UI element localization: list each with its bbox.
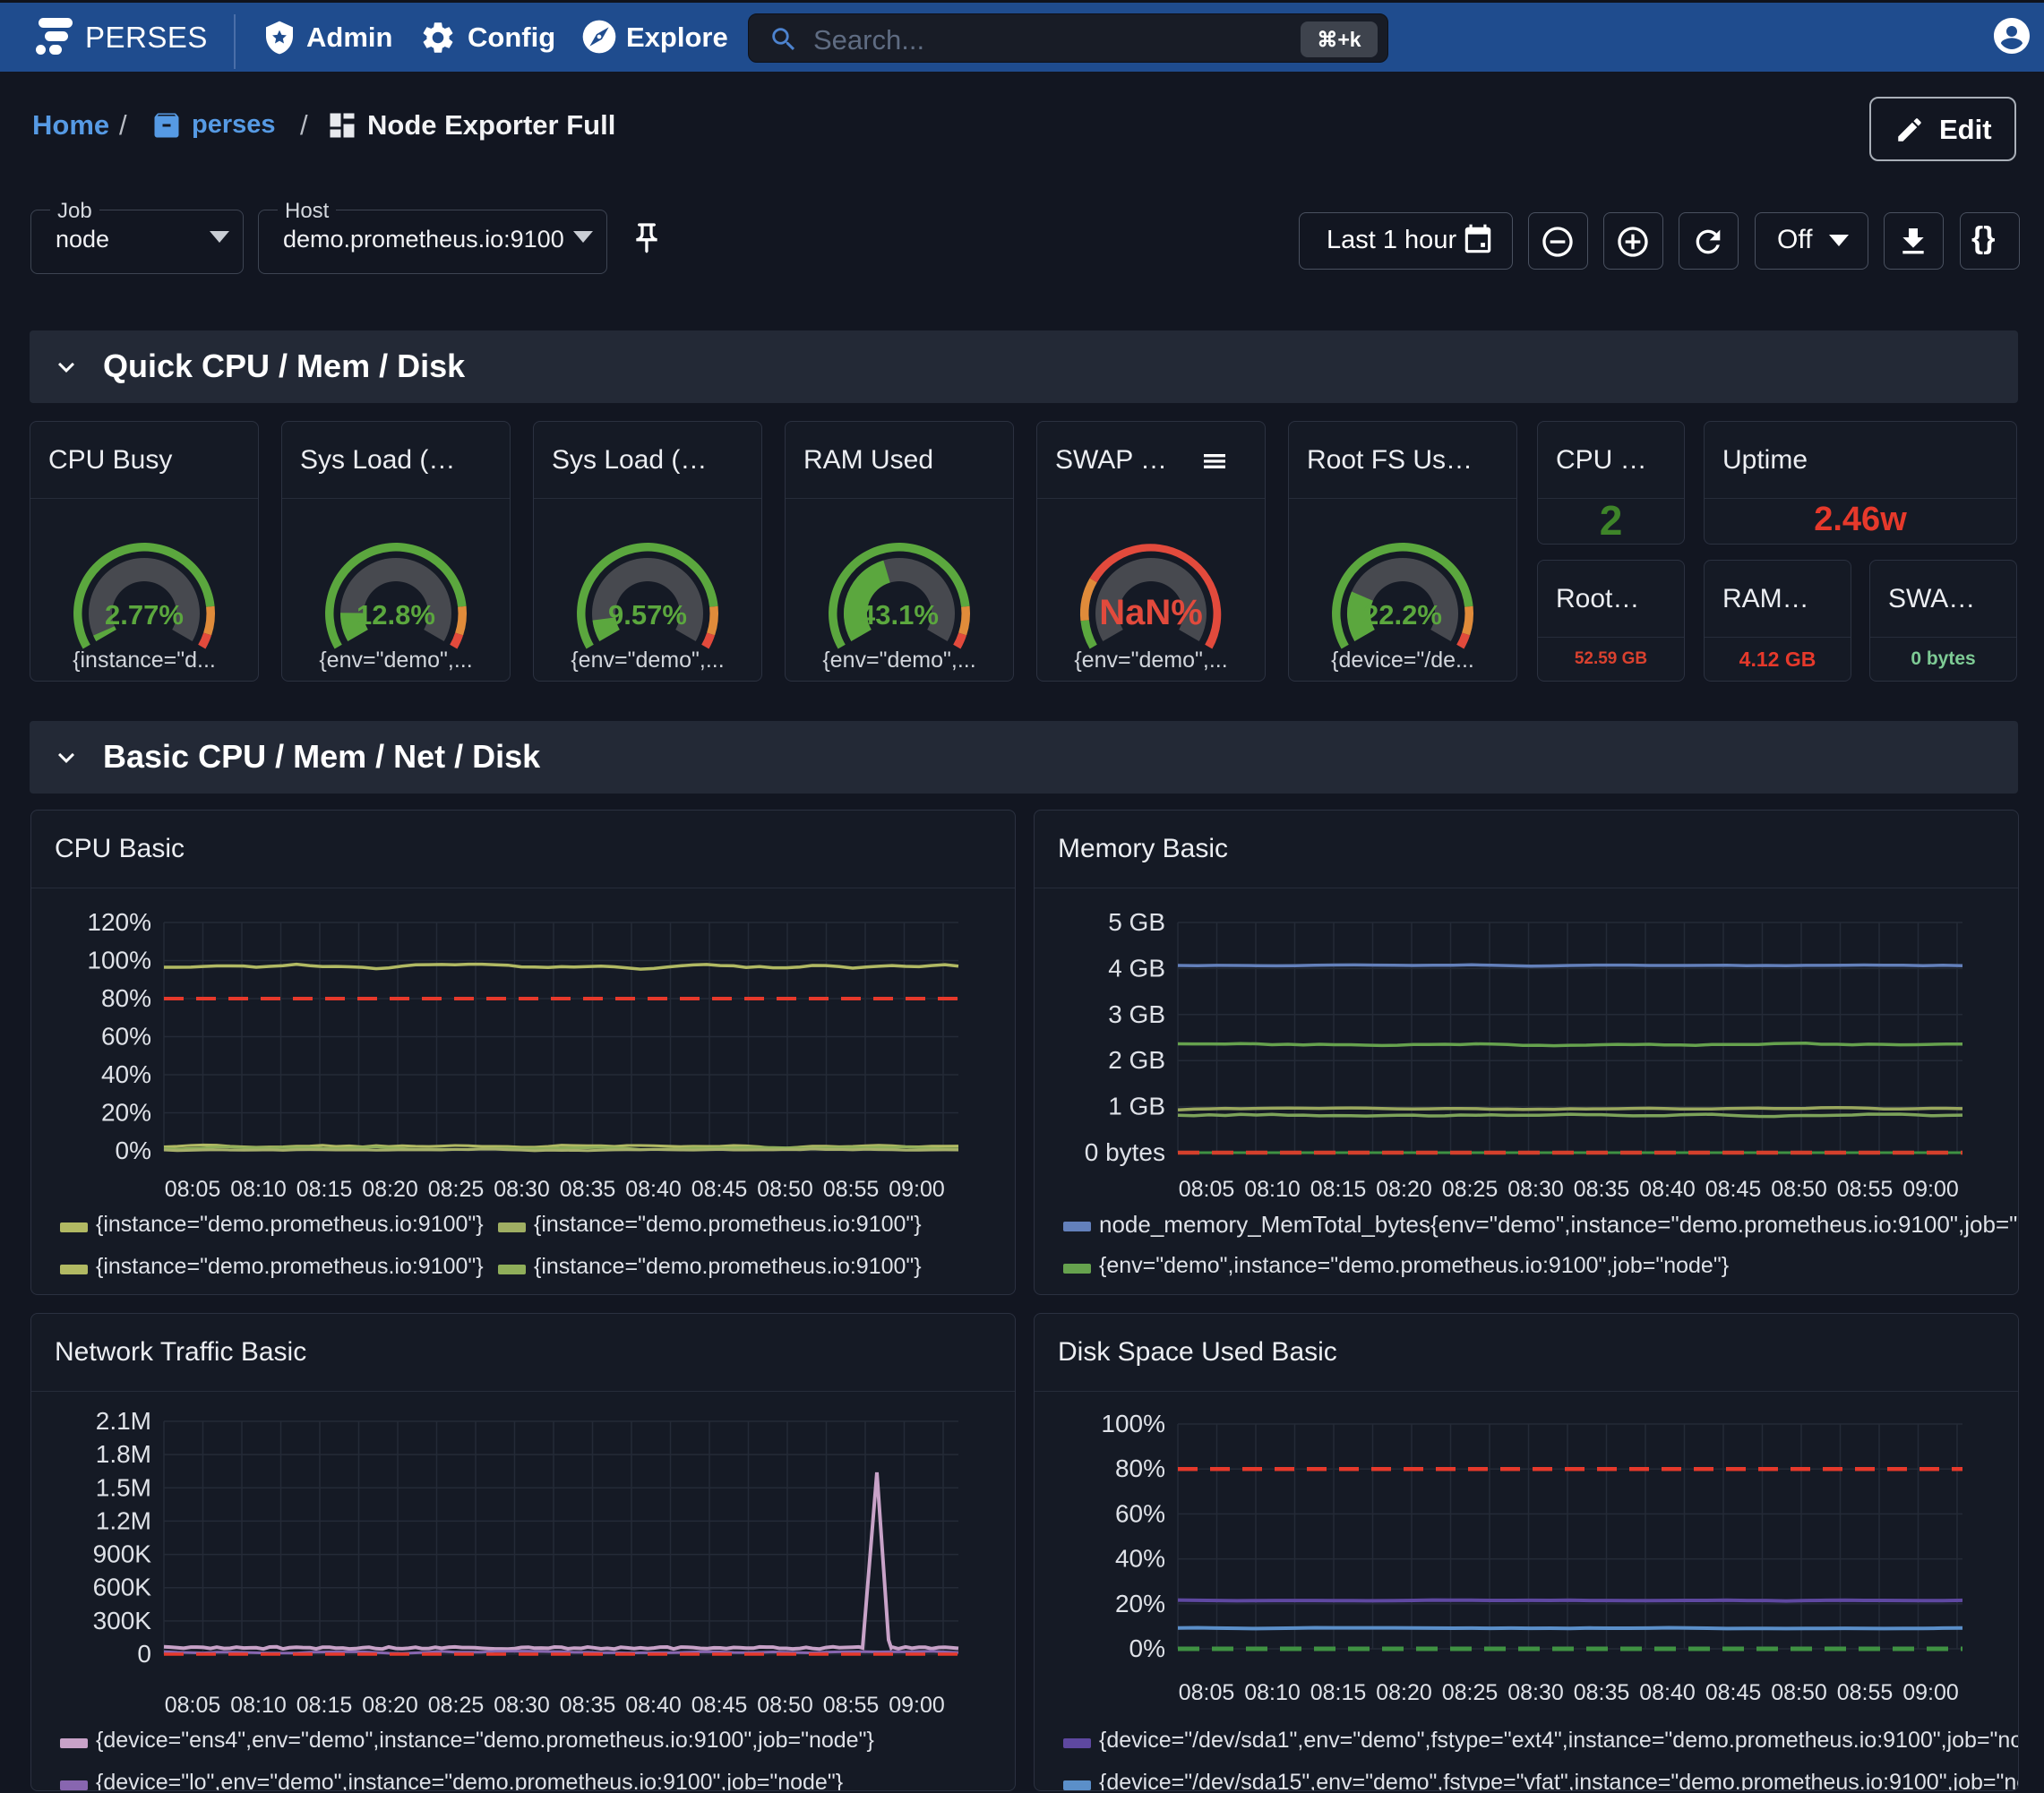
svg-text:100%: 100% — [1101, 1410, 1165, 1437]
svg-text:900K: 900K — [93, 1540, 152, 1568]
svg-text:08:50: 08:50 — [1771, 1177, 1827, 1202]
svg-text:300K: 300K — [93, 1607, 152, 1634]
svg-text:2.77%: 2.77% — [105, 599, 184, 631]
svg-text:08:30: 08:30 — [1507, 1177, 1564, 1202]
svg-text:43.1%: 43.1% — [860, 599, 939, 631]
svg-text:08:20: 08:20 — [362, 1693, 418, 1718]
svg-text:08:45: 08:45 — [691, 1693, 748, 1718]
svg-text:60%: 60% — [1115, 1499, 1165, 1527]
svg-text:08:40: 08:40 — [625, 1693, 682, 1718]
svg-text:3 GB: 3 GB — [1108, 1000, 1165, 1028]
svg-text:08:05: 08:05 — [1179, 1177, 1235, 1202]
svg-text:0: 0 — [137, 1640, 151, 1668]
svg-text:08:50: 08:50 — [1771, 1680, 1827, 1705]
svg-text:60%: 60% — [101, 1023, 151, 1051]
svg-text:4 GB: 4 GB — [1108, 954, 1165, 982]
svg-text:08:15: 08:15 — [296, 1177, 353, 1202]
svg-text:08:10: 08:10 — [1244, 1680, 1301, 1705]
svg-text:09:00: 09:00 — [889, 1693, 945, 1718]
svg-text:5 GB: 5 GB — [1108, 908, 1165, 936]
svg-text:0%: 0% — [116, 1137, 151, 1164]
svg-text:NaN%: NaN% — [1099, 593, 1203, 632]
svg-text:09:00: 09:00 — [889, 1177, 945, 1202]
svg-text:12.8%: 12.8% — [356, 599, 435, 631]
svg-text:08:30: 08:30 — [1507, 1680, 1564, 1705]
svg-text:2 GB: 2 GB — [1108, 1046, 1165, 1074]
svg-text:08:10: 08:10 — [230, 1693, 287, 1718]
svg-text:08:45: 08:45 — [1705, 1177, 1762, 1202]
svg-text:08:25: 08:25 — [1442, 1177, 1499, 1202]
svg-text:08:55: 08:55 — [823, 1177, 880, 1202]
svg-text:0 bytes: 0 bytes — [1085, 1138, 1165, 1166]
svg-text:08:50: 08:50 — [757, 1177, 813, 1202]
svg-text:08:50: 08:50 — [757, 1693, 813, 1718]
svg-text:100%: 100% — [87, 947, 151, 974]
svg-text:08:45: 08:45 — [1705, 1680, 1762, 1705]
svg-text:0%: 0% — [1129, 1634, 1165, 1662]
svg-text:08:10: 08:10 — [1244, 1177, 1301, 1202]
svg-text:08:20: 08:20 — [1376, 1680, 1432, 1705]
svg-text:20%: 20% — [1115, 1590, 1165, 1617]
svg-text:08:30: 08:30 — [494, 1693, 550, 1718]
svg-text:08:05: 08:05 — [165, 1693, 221, 1718]
svg-text:08:35: 08:35 — [560, 1177, 616, 1202]
svg-text:2.1M: 2.1M — [96, 1407, 151, 1435]
svg-text:20%: 20% — [101, 1099, 151, 1127]
svg-text:08:10: 08:10 — [230, 1177, 287, 1202]
svg-text:600K: 600K — [93, 1574, 152, 1601]
svg-text:08:25: 08:25 — [428, 1693, 485, 1718]
svg-text:08:45: 08:45 — [691, 1177, 748, 1202]
svg-text:08:35: 08:35 — [1574, 1680, 1630, 1705]
svg-text:08:20: 08:20 — [1376, 1177, 1432, 1202]
svg-text:80%: 80% — [1115, 1454, 1165, 1482]
svg-text:09:00: 09:00 — [1902, 1177, 1959, 1202]
svg-text:9.57%: 9.57% — [608, 599, 687, 631]
svg-text:08:55: 08:55 — [823, 1693, 880, 1718]
svg-text:08:35: 08:35 — [1574, 1177, 1630, 1202]
svg-text:08:15: 08:15 — [1310, 1680, 1367, 1705]
svg-text:1.2M: 1.2M — [96, 1506, 151, 1534]
svg-text:40%: 40% — [101, 1060, 151, 1088]
svg-text:09:00: 09:00 — [1902, 1680, 1959, 1705]
svg-text:08:20: 08:20 — [362, 1177, 418, 1202]
svg-text:08:55: 08:55 — [1837, 1177, 1894, 1202]
svg-text:08:15: 08:15 — [296, 1693, 353, 1718]
svg-text:120%: 120% — [87, 908, 151, 936]
svg-text:08:55: 08:55 — [1837, 1680, 1894, 1705]
svg-text:40%: 40% — [1115, 1545, 1165, 1573]
svg-text:1.8M: 1.8M — [96, 1440, 151, 1468]
svg-text:08:40: 08:40 — [1639, 1680, 1696, 1705]
svg-text:80%: 80% — [101, 984, 151, 1012]
svg-text:08:15: 08:15 — [1310, 1177, 1367, 1202]
svg-text:08:35: 08:35 — [560, 1693, 616, 1718]
svg-text:08:05: 08:05 — [165, 1177, 221, 1202]
svg-text:08:25: 08:25 — [1442, 1680, 1499, 1705]
svg-text:08:40: 08:40 — [1639, 1177, 1696, 1202]
svg-text:1.5M: 1.5M — [96, 1473, 151, 1501]
svg-text:1 GB: 1 GB — [1108, 1093, 1165, 1120]
svg-text:22.2%: 22.2% — [1363, 599, 1442, 631]
svg-text:08:30: 08:30 — [494, 1177, 550, 1202]
svg-text:08:40: 08:40 — [625, 1177, 682, 1202]
svg-text:08:05: 08:05 — [1179, 1680, 1235, 1705]
svg-text:08:25: 08:25 — [428, 1177, 485, 1202]
